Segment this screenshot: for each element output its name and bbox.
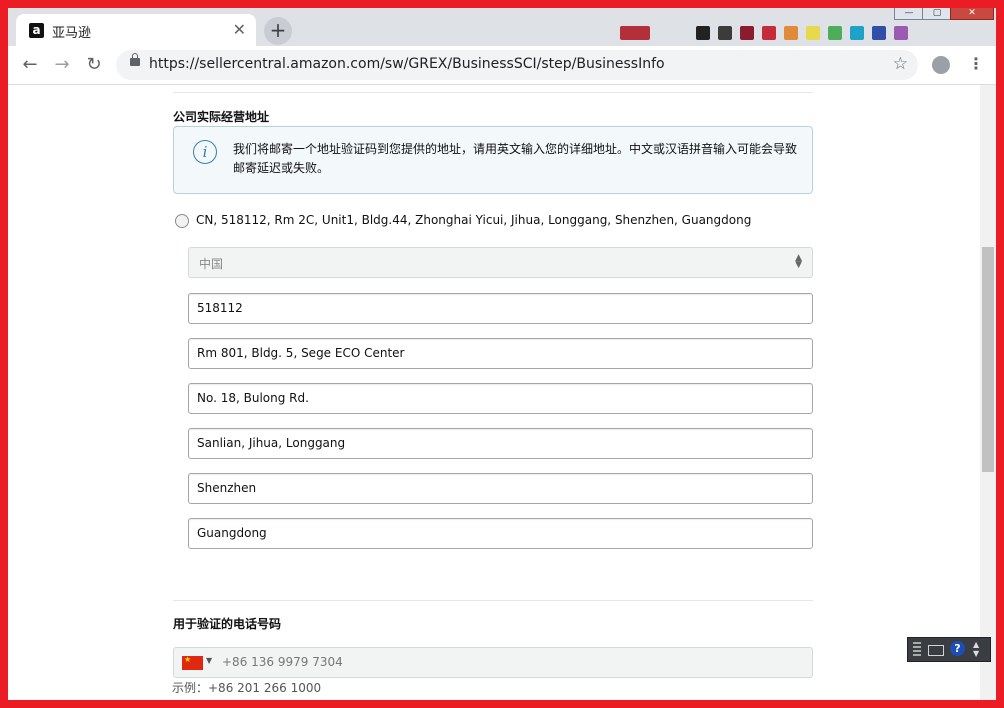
postal-code-input[interactable]: 518112 xyxy=(188,293,813,324)
phone-section-title: 用于验证的电话号码 xyxy=(173,617,282,631)
background-swatch xyxy=(806,26,820,40)
select-arrows-icon: ▲ ▼ xyxy=(795,253,802,270)
help-icon[interactable]: ? xyxy=(950,641,965,656)
browser-window: a 亚马逊 ✕ + — ▢ ✕ ← → ↻ https://sellercent… xyxy=(8,8,996,700)
background-swatch xyxy=(872,26,886,40)
phone-example: 示例：+86 201 266 1000 xyxy=(172,681,322,695)
notice-text: 我们将邮寄一个地址验证码到您提供的地址，请用英文输入您的详细地址。中文或汉语拼音… xyxy=(233,142,798,175)
background-swatch xyxy=(740,26,754,40)
star-icon[interactable]: ☆ xyxy=(893,54,908,74)
background-swatch xyxy=(718,26,732,40)
chevron-down-icon[interactable]: ▼ xyxy=(206,656,212,665)
amazon-favicon: a xyxy=(29,23,44,38)
address-line2-value: No. 18, Bulong Rd. xyxy=(197,391,309,405)
keyboard-icon[interactable] xyxy=(928,645,944,656)
minimize-icon[interactable]: — xyxy=(894,8,924,20)
address-line1-value: Rm 801, Bldg. 5, Sege ECO Center xyxy=(197,346,405,360)
address-notice: i 我们将邮寄一个地址验证码到您提供的地址，请用英文输入您的详细地址。中文或汉语… xyxy=(173,126,813,194)
info-icon: i xyxy=(193,140,217,164)
maximize-icon[interactable]: ▢ xyxy=(922,8,952,20)
address-section-title: 公司实际经营地址 xyxy=(173,110,270,124)
phone-value: +86 136 9979 7304 xyxy=(222,655,343,669)
country-select[interactable]: 中国 ▲ ▼ xyxy=(188,247,813,278)
back-icon[interactable]: ← xyxy=(18,53,42,77)
background-swatch xyxy=(696,26,710,40)
scrollbar-thumb[interactable] xyxy=(982,247,994,472)
url-text[interactable]: https://sellercentral.amazon.com/sw/GREX… xyxy=(149,56,665,72)
background-swatch xyxy=(828,26,842,40)
province-value: Guangdong xyxy=(197,526,267,540)
reload-icon[interactable]: ↻ xyxy=(82,53,106,77)
lock-icon xyxy=(130,53,140,66)
forward-icon[interactable]: → xyxy=(50,53,74,77)
divider xyxy=(173,92,813,93)
background-swatch xyxy=(762,26,776,40)
tab-title: 亚马逊 xyxy=(52,26,92,41)
page-content: 公司实际经营地址 i 我们将邮寄一个地址验证码到您提供的地址，请用英文输入您的详… xyxy=(8,85,980,700)
china-flag-icon[interactable] xyxy=(182,655,203,670)
postal-code-value: 518112 xyxy=(197,301,243,315)
district-value: Sanlian, Jihua, Longgang xyxy=(197,436,346,450)
radio-button[interactable] xyxy=(175,214,189,228)
phone-input[interactable]: ▼ +86 136 9979 7304 xyxy=(173,647,813,678)
window-close-icon[interactable]: ✕ xyxy=(950,8,994,20)
plus-icon[interactable]: + xyxy=(264,17,292,45)
saved-address-label: CN, 518112, Rm 2C, Unit1, Bldg.44, Zhong… xyxy=(196,213,752,227)
province-input[interactable]: Guangdong xyxy=(188,518,813,549)
tab-strip: a 亚马逊 ✕ + — ▢ ✕ xyxy=(8,8,996,46)
background-swatch xyxy=(620,26,650,40)
grip-icon[interactable] xyxy=(913,642,921,656)
city-input[interactable]: Shenzhen xyxy=(188,473,813,504)
address-bar[interactable]: https://sellercentral.amazon.com/sw/GREX… xyxy=(116,50,918,80)
page-scrollbar[interactable] xyxy=(980,85,996,700)
arrows-icon[interactable]: ▲ ▼ xyxy=(973,640,979,658)
browser-toolbar: ← → ↻ https://sellercentral.amazon.com/s… xyxy=(8,46,996,85)
district-input[interactable]: Sanlian, Jihua, Longgang xyxy=(188,428,813,459)
menu-icon[interactable]: ⋮ xyxy=(968,54,984,73)
background-swatch xyxy=(784,26,798,40)
close-icon[interactable]: ✕ xyxy=(233,20,246,39)
background-swatch xyxy=(894,26,908,40)
browser-tab[interactable]: a 亚马逊 ✕ xyxy=(16,14,256,46)
address-line2-input[interactable]: No. 18, Bulong Rd. xyxy=(188,383,813,414)
address-line1-input[interactable]: Rm 801, Bldg. 5, Sege ECO Center xyxy=(188,338,813,369)
divider xyxy=(173,600,813,601)
city-value: Shenzhen xyxy=(197,481,257,495)
profile-icon[interactable] xyxy=(932,56,950,74)
background-swatch xyxy=(850,26,864,40)
ime-toolbar[interactable]: ? ▲ ▼ xyxy=(907,637,991,662)
country-value: 中国 xyxy=(199,257,224,271)
